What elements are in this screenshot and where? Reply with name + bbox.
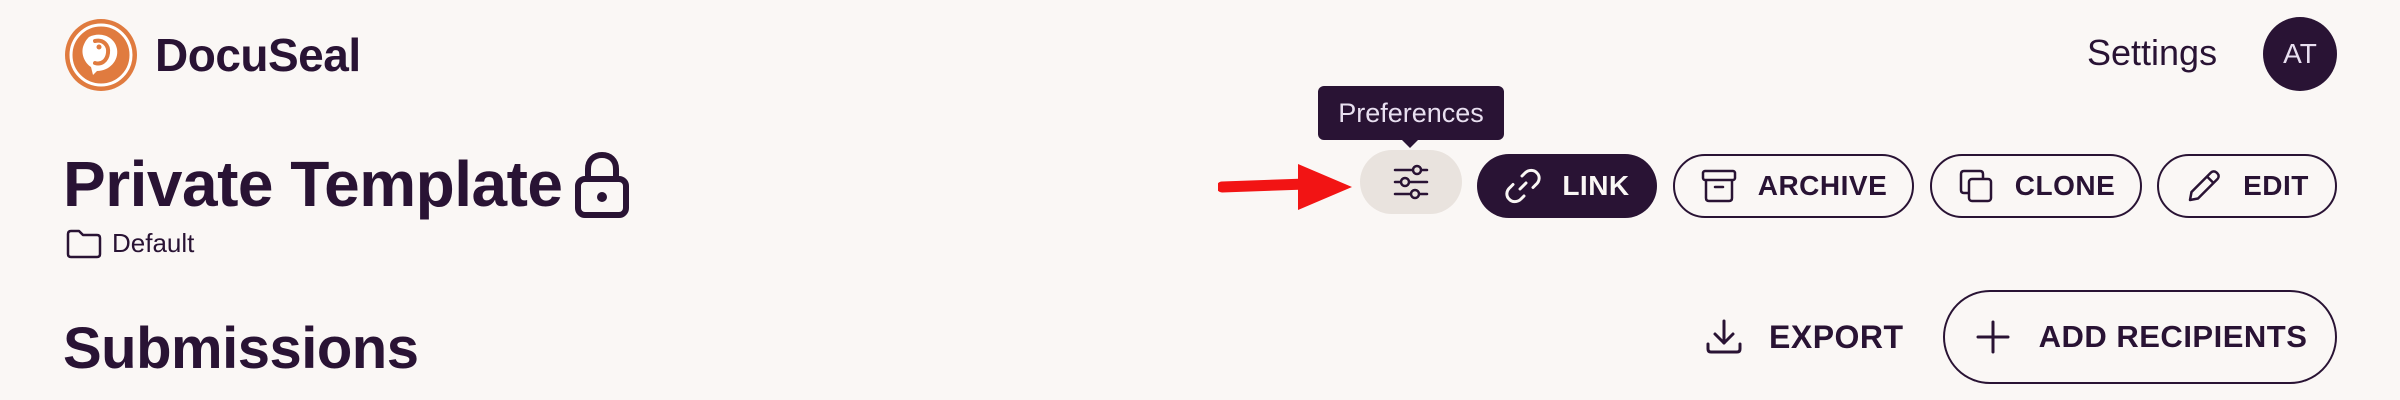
download-icon bbox=[1706, 319, 1742, 354]
archive-icon bbox=[1701, 169, 1736, 203]
docuseal-logo-icon bbox=[65, 19, 137, 91]
lock-icon bbox=[575, 151, 630, 218]
preferences-button[interactable] bbox=[1360, 150, 1462, 214]
preferences-tooltip: Preferences bbox=[1318, 86, 1504, 140]
user-avatar[interactable]: AT bbox=[2263, 17, 2337, 91]
link-icon bbox=[1505, 168, 1541, 204]
link-button-label: LINK bbox=[1562, 170, 1630, 201]
brand-name: DocuSeal bbox=[155, 29, 361, 81]
pencil-icon bbox=[2188, 170, 2220, 202]
clone-button[interactable]: CLONE bbox=[1930, 154, 2142, 218]
archive-button-label: ARCHIVE bbox=[1757, 170, 1888, 201]
sliders-icon bbox=[1393, 164, 1429, 200]
red-arrow-icon bbox=[1218, 164, 1352, 210]
folder-icon bbox=[66, 229, 102, 258]
link-button[interactable]: LINK bbox=[1477, 154, 1657, 218]
folder-label: Default bbox=[112, 228, 195, 258]
plus-icon bbox=[1976, 320, 2010, 354]
tooltip-text: Preferences bbox=[1338, 97, 1484, 128]
archive-button[interactable]: ARCHIVE bbox=[1673, 154, 1914, 218]
edit-button[interactable]: EDIT bbox=[2157, 154, 2337, 218]
page-title: Private Template bbox=[63, 148, 563, 220]
tooltip-tail bbox=[1400, 138, 1420, 148]
edit-button-label: EDIT bbox=[2243, 170, 2309, 201]
settings-link[interactable]: Settings bbox=[2087, 29, 2217, 77]
add-recipients-button[interactable]: ADD RECIPIENTS bbox=[1943, 290, 2337, 384]
export-button[interactable]: EXPORT bbox=[1703, 316, 1904, 358]
avatar-initials: AT bbox=[2283, 38, 2317, 69]
add-recipients-button-label: ADD RECIPIENTS bbox=[2038, 319, 2308, 354]
copy-icon bbox=[1959, 169, 1992, 203]
brand-logo[interactable]: DocuSeal bbox=[63, 17, 361, 93]
export-button-label: EXPORT bbox=[1769, 318, 1904, 355]
template-header: Private Template bbox=[63, 147, 632, 221]
template-folder[interactable]: Default bbox=[66, 228, 194, 259]
clone-button-label: CLONE bbox=[2014, 170, 2116, 201]
submissions-title: Submissions bbox=[63, 316, 419, 381]
